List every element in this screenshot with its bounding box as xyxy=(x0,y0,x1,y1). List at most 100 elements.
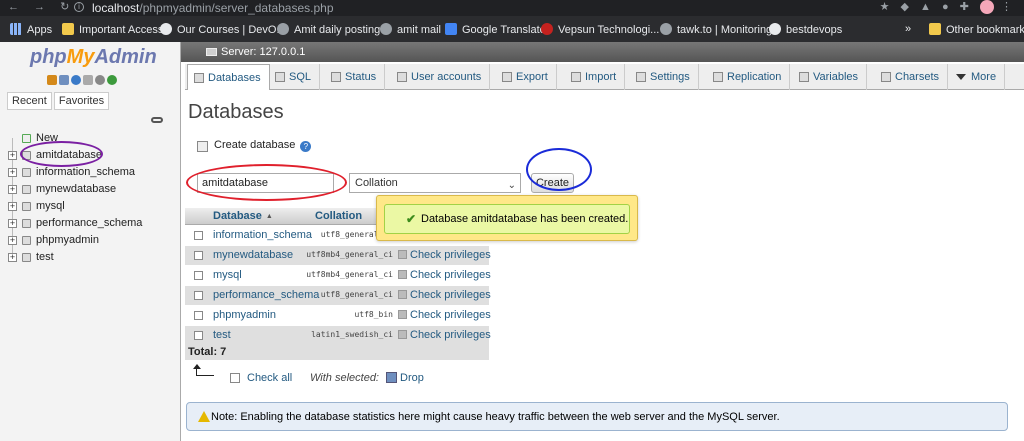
tab-replication[interactable]: Replication xyxy=(707,64,791,90)
database-link[interactable]: performance_schema xyxy=(213,289,319,301)
bookmark-amit-mail[interactable]: amit mail xyxy=(380,23,441,36)
collation-select[interactable]: Collation ⌄ xyxy=(349,173,521,193)
bookmark-tawk[interactable]: tawk.to | Monitoring xyxy=(660,23,772,36)
tree-item-performance-schema[interactable]: + performance_schema xyxy=(8,215,178,232)
site-info-icon[interactable]: i xyxy=(74,2,84,12)
reload-icon[interactable] xyxy=(107,75,117,85)
browser-extension-icons[interactable]: ★ ◆ ▲ ● ✚ ⋮ xyxy=(880,0,1016,15)
link-with-main-panel-icon[interactable] xyxy=(151,117,163,123)
tab-export[interactable]: Export xyxy=(496,64,557,90)
tree-item-test[interactable]: + test xyxy=(8,249,178,266)
expand-icon[interactable]: + xyxy=(8,151,17,160)
expand-icon[interactable]: + xyxy=(8,185,17,194)
sql-icon xyxy=(275,72,285,82)
settings-gear-icon[interactable] xyxy=(95,75,105,85)
help-icon[interactable] xyxy=(71,75,81,85)
toolbar-icons[interactable]: ★ ◆ ▲ ● ✚ xyxy=(880,1,973,13)
url-host: localhost xyxy=(92,1,140,15)
tree-item-label: mysql xyxy=(36,200,65,212)
tab-charsets[interactable]: Charsets xyxy=(875,64,949,90)
tab-recent[interactable]: Recent xyxy=(7,92,52,110)
database-link[interactable]: test xyxy=(213,329,231,341)
import-icon xyxy=(571,72,581,82)
row-checkbox[interactable] xyxy=(194,231,203,240)
database-link[interactable]: mysql xyxy=(213,269,242,281)
check-privileges-link[interactable]: Check privileges xyxy=(398,249,491,261)
warning-icon xyxy=(198,411,210,422)
drop-icon[interactable] xyxy=(386,372,397,383)
server-link[interactable]: Server: 127.0.0.1 xyxy=(221,46,305,58)
tawk-icon xyxy=(660,23,672,35)
bookmark-apps[interactable]: Apps xyxy=(10,23,52,36)
red-annotation-circle xyxy=(186,164,347,201)
database-link[interactable]: phpmyadmin xyxy=(213,309,276,321)
statistics-notice: Note: Enabling the database statistics h… xyxy=(186,402,1008,431)
bookmark-vepsun[interactable]: Vepsun Technologi... xyxy=(541,23,659,36)
column-header-collation[interactable]: Collation xyxy=(315,210,362,222)
tree-item-information-schema[interactable]: + information_schema xyxy=(8,164,178,181)
expand-icon[interactable]: + xyxy=(8,253,17,262)
check-privileges-link[interactable]: Check privileges xyxy=(398,309,491,321)
check-all-checkbox[interactable] xyxy=(230,373,240,383)
row-checkbox[interactable] xyxy=(194,291,203,300)
tab-import[interactable]: Import xyxy=(565,64,626,90)
table-row: test latin1_swedish_ci Check privileges xyxy=(185,325,491,345)
bookmark-bestdevops[interactable]: bestdevops xyxy=(769,23,842,36)
privileges-icon xyxy=(398,290,407,299)
tab-user-accounts[interactable]: User accounts xyxy=(391,64,491,90)
expand-icon[interactable]: + xyxy=(8,168,17,177)
row-checkbox[interactable] xyxy=(194,311,203,320)
logout-icon[interactable] xyxy=(59,75,69,85)
bookmark-google-translate[interactable]: Google Translate xyxy=(445,23,546,36)
url-field[interactable]: localhost/phpmyadmin/server_databases.ph… xyxy=(92,1,334,15)
success-message: ✔ Database amitdatabase has been created… xyxy=(384,204,630,234)
expand-icon[interactable]: + xyxy=(8,236,17,245)
status-icon xyxy=(331,72,341,82)
bookmark-other-bookmarks[interactable]: Other bookmarks xyxy=(929,23,1024,36)
tab-label: Databases xyxy=(208,72,261,84)
tree-item-phpmyadmin[interactable]: + phpmyadmin xyxy=(8,232,178,249)
help-icon[interactable]: ? xyxy=(300,141,312,152)
tab-settings[interactable]: Settings xyxy=(630,64,699,90)
tab-more[interactable]: More xyxy=(951,64,1006,90)
database-icon xyxy=(22,202,31,211)
expand-icon[interactable]: + xyxy=(8,219,17,228)
phpmyadmin-logo[interactable]: phpMyAdmin xyxy=(30,46,157,69)
check-privileges-link[interactable]: Check privileges xyxy=(398,269,491,281)
bookmark-label: bestdevops xyxy=(786,24,843,36)
bookmark-our-courses[interactable]: Our Courses | DevO... xyxy=(160,23,286,36)
tab-status[interactable]: Status xyxy=(325,64,386,90)
bookmark-amit-daily[interactable]: Amit daily posting xyxy=(277,23,380,36)
databases-icon xyxy=(194,73,204,83)
browser-nav-icons[interactable]: ← → ↻ xyxy=(8,0,75,13)
database-link[interactable]: mynewdatabase xyxy=(213,249,293,261)
drop-button[interactable]: Drop xyxy=(400,372,424,384)
export-icon xyxy=(502,72,512,82)
database-link[interactable]: information_schema xyxy=(213,229,312,241)
more-bookmarks-button[interactable]: » xyxy=(905,23,911,35)
expand-icon[interactable]: + xyxy=(8,202,17,211)
documentation-icon[interactable] xyxy=(83,75,93,85)
privileges-icon xyxy=(398,310,407,319)
row-checkbox[interactable] xyxy=(194,331,203,340)
bookmark-label: Amit daily posting xyxy=(294,24,381,36)
tree-item-mynewdatabase[interactable]: + mynewdatabase xyxy=(8,181,178,198)
tab-variables[interactable]: Variables xyxy=(793,64,868,90)
tab-databases[interactable]: Databases xyxy=(187,64,270,90)
bookmark-important-access[interactable]: Important Access xyxy=(62,23,163,36)
check-all-label[interactable]: Check all xyxy=(247,372,292,384)
home-icon[interactable] xyxy=(47,75,57,85)
folder-icon xyxy=(929,23,941,35)
row-checkbox[interactable] xyxy=(194,251,203,260)
dropdown-triangle-icon xyxy=(956,74,966,80)
sort-by-database[interactable]: Database ▲ xyxy=(213,210,273,222)
row-checkbox[interactable] xyxy=(194,271,203,280)
tab-sql[interactable]: SQL xyxy=(269,64,321,90)
check-privileges-link[interactable]: Check privileges xyxy=(398,289,491,301)
check-privileges-link[interactable]: Check privileges xyxy=(398,329,491,341)
tab-label: SQL xyxy=(289,71,312,83)
tab-label: Export xyxy=(516,71,548,83)
profile-avatar-icon[interactable] xyxy=(979,0,994,15)
tab-favorites[interactable]: Favorites xyxy=(53,92,110,110)
tree-item-mysql[interactable]: + mysql xyxy=(8,198,178,215)
